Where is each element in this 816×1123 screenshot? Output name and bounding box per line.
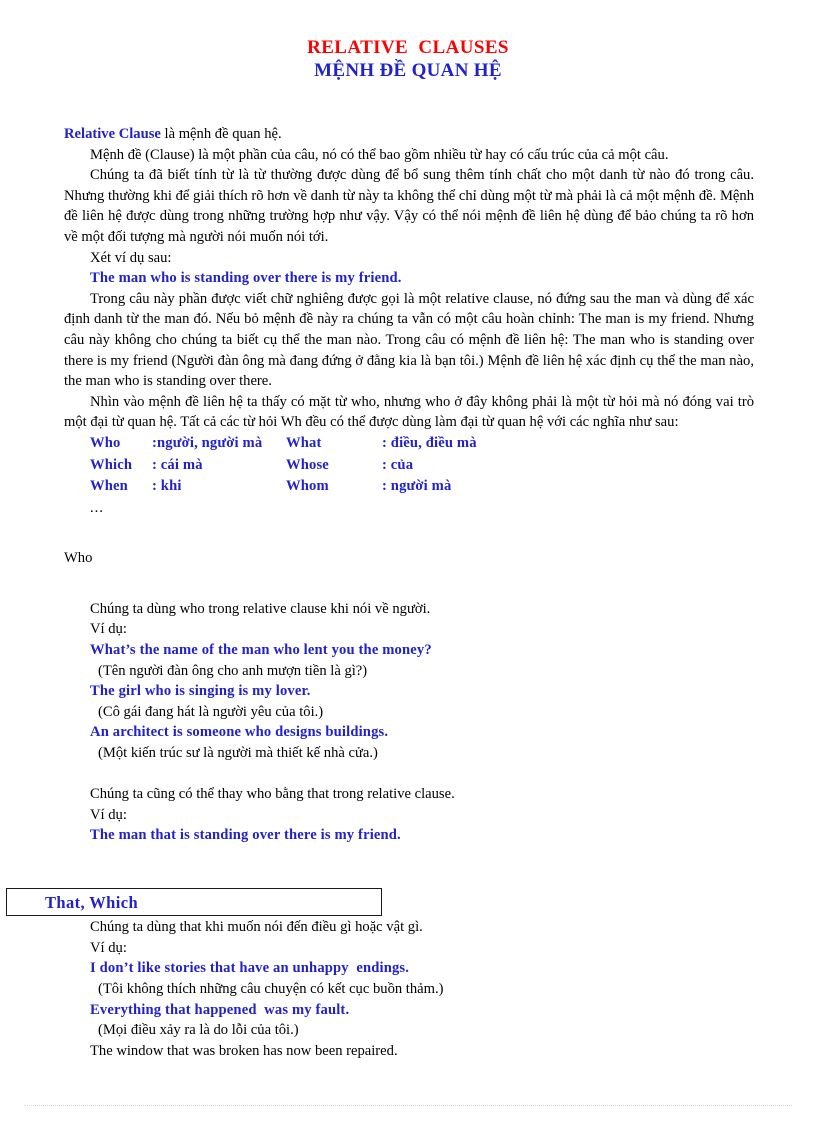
wh-meaning-whose: : của (382, 456, 414, 473)
section-box-label: That, Which (45, 893, 139, 912)
example-vi-2: (Cô gái đang hát là người yêu của tôi.) (98, 703, 324, 720)
example-en-1: What’s the name of the man who lent you … (90, 642, 432, 659)
wh-word-whom: Whom (286, 478, 329, 495)
document-title-block: RELATIVE CLAUSES MỆNH ĐỀ QUAN HỆ (0, 36, 816, 82)
wh-meaning-what: : điều, điều mà (382, 434, 477, 451)
example-vi-3: (Một kiến trúc sư là người mà thiết kế n… (98, 745, 378, 762)
document-page: RELATIVE CLAUSES MỆNH ĐỀ QUAN HỆ Relativ… (0, 0, 816, 1123)
paragraph-that-substitution: Chúng ta cũng có thể thay who bằng that … (90, 786, 455, 803)
example-vi-4: (Tôi không thích những câu chuyện có kết… (98, 980, 444, 997)
table-row: When : khi Whom : người mà (90, 476, 492, 498)
wh-word-when: When (90, 478, 128, 495)
example-vi-1: (Tên người đàn ông cho anh mượn tiền là … (98, 662, 368, 679)
lead-rest: là mệnh đề quan hệ. (160, 126, 282, 142)
lead-definition-line: Relative Clause là mệnh đề quan hệ. (64, 124, 754, 145)
paragraph-that-usage: Chúng ta dùng that khi muốn nói đến điều… (90, 919, 423, 936)
wh-word-what: What (286, 434, 322, 451)
line-consider-example: Xét ví dụ sau: (90, 249, 172, 266)
example-en-4: I don’t like stories that have an unhapp… (90, 960, 410, 977)
example-the-man-who: The man who is standing over there is my… (90, 270, 402, 287)
label-example-that: Ví dụ: (90, 806, 127, 823)
paragraph-who-usage: Chúng ta dùng who trong relative clause … (90, 600, 431, 617)
document-body: Relative Clause là mệnh đề quan hệ. Mệnh… (64, 124, 754, 1061)
title-english: RELATIVE CLAUSES (307, 37, 509, 58)
wh-words-table: Who :người, người mà What : điều, điều m… (90, 433, 492, 498)
paragraph-clause-definition: Mệnh đề (Clause) là một phần của câu, nó… (90, 146, 669, 163)
lead-term: Relative Clause (64, 126, 161, 142)
paragraph-wh-introduction: Nhìn vào mệnh đề liên hệ ta thấy có mặt … (64, 393, 754, 431)
example-en-5: Everything that happened was my fault. (90, 1001, 350, 1018)
title-vietnamese: MỆNH ĐỀ QUAN HỆ (314, 60, 502, 81)
footer-divider (24, 1105, 792, 1107)
label-example-that-which: Ví dụ: (90, 939, 127, 956)
example-plain-window: The window that was broken has now been … (90, 1042, 398, 1059)
wh-word-which: Which (90, 456, 133, 473)
example-the-man-that: The man that is standing over there is m… (90, 827, 401, 844)
example-vi-5: (Mọi điều xảy ra là do lỗi của tôi.) (98, 1022, 299, 1039)
example-en-3: An architect is someone who designs buil… (90, 724, 389, 741)
paragraph-adjective-explanation: Chúng ta đã biết tính từ là từ thường đư… (64, 167, 754, 245)
wh-word-whose: Whose (286, 456, 329, 473)
section-box-that-which: That, Which (6, 888, 382, 916)
wh-meaning-when: : khi (152, 478, 182, 495)
wh-meaning-which: : cái mà (152, 456, 203, 473)
example-en-2: The girl who is singing is my lover. (90, 683, 311, 700)
wh-word-who: Who (90, 434, 121, 451)
wh-meaning-whom: : người mà (382, 478, 452, 495)
table-row: Who :người, người mà What : điều, điều m… (90, 433, 492, 455)
section-heading-who: Who (64, 550, 93, 567)
wh-list-ellipsis: ... (90, 499, 104, 516)
wh-meaning-who: :người, người mà (152, 434, 263, 451)
paragraph-explanation: Trong câu này phần được viết chữ nghiêng… (64, 290, 754, 390)
table-row: Which : cái mà Whose : của (90, 455, 492, 477)
label-example-who: Ví dụ: (90, 621, 127, 638)
